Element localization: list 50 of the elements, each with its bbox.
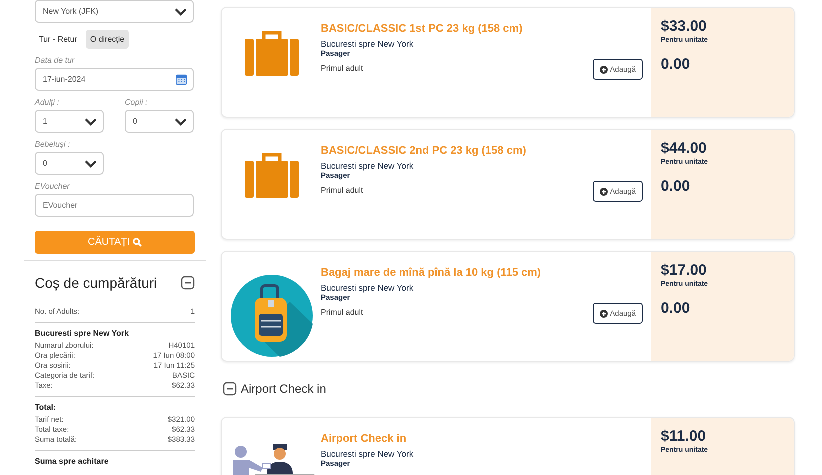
- passenger-name: Primul adult: [321, 64, 364, 73]
- luggage-icon: [230, 274, 314, 358]
- chevron-down-icon: [85, 118, 97, 126]
- section-heading: Suma spre achitare: [35, 457, 110, 466]
- field-label: Copii :: [125, 98, 149, 107]
- search-icon: [133, 238, 142, 247]
- plus-circle-icon: [600, 188, 608, 196]
- adults-select[interactable]: 1: [35, 110, 104, 133]
- chevron-down-icon: [175, 118, 187, 126]
- section-title: Airport Check in: [241, 382, 326, 396]
- plus-circle-icon: [600, 66, 608, 74]
- route-text: Bucuresti spre New York: [321, 39, 415, 49]
- unit-price: $17.00: [661, 262, 708, 279]
- field-label: Bebeluși :: [35, 140, 72, 149]
- route-text: Bucuresti spre New York: [321, 283, 415, 293]
- field-label: Adulți :: [35, 98, 60, 107]
- total-amount: 0.00: [661, 56, 692, 73]
- unit-price: $33.00: [661, 18, 708, 35]
- cart-title: Coș de cumpărături: [35, 275, 158, 291]
- route-text: Bucuresti spre New York: [321, 161, 415, 171]
- total-amount: 0.00: [661, 300, 692, 317]
- section-heading: Total:: [35, 403, 58, 412]
- calendar-icon[interactable]: [176, 74, 187, 85]
- unit-price: $11.00: [661, 428, 708, 445]
- destination-select[interactable]: New York (JFK): [35, 0, 194, 23]
- suitcase-icon: [244, 30, 298, 76]
- field-label: EVoucher: [35, 182, 71, 191]
- field-label: Data de tur: [35, 56, 76, 65]
- product-title: BASIC/CLASSIC 2nd PC 23 kg (158 cm): [321, 145, 526, 157]
- collapse-icon[interactable]: [181, 276, 195, 290]
- passenger-name: Primul adult: [321, 186, 364, 195]
- trip-type-tab[interactable]: Tur - Retur: [35, 30, 82, 49]
- collapse-icon[interactable]: [223, 382, 237, 396]
- suitcase-icon: [244, 152, 298, 198]
- infants-select[interactable]: 0: [35, 152, 104, 175]
- unit-price: $44.00: [661, 140, 708, 157]
- plus-circle-icon: [600, 310, 608, 318]
- chevron-down-icon: [175, 8, 187, 16]
- date-field[interactable]: 17-iun-2024: [35, 68, 194, 91]
- section-heading: Bucuresti spre New York: [35, 329, 130, 338]
- product-title: BASIC/CLASSIC 1st PC 23 kg (158 cm): [321, 23, 523, 35]
- product-title: Airport Check in: [321, 433, 408, 445]
- route-text: Bucuresti spre New York: [321, 449, 414, 459]
- product-title: Bagaj mare de mînă pînă la 10 kg (115 cm): [321, 267, 542, 279]
- passenger-name: Primul adult: [321, 308, 364, 317]
- total-amount: 0.00: [661, 178, 692, 195]
- children-select[interactable]: 0: [125, 110, 194, 133]
- chevron-down-icon: [85, 160, 97, 168]
- trip-type-tab[interactable]: O direcție: [86, 30, 129, 49]
- evoucher-field[interactable]: EVoucher: [35, 194, 194, 217]
